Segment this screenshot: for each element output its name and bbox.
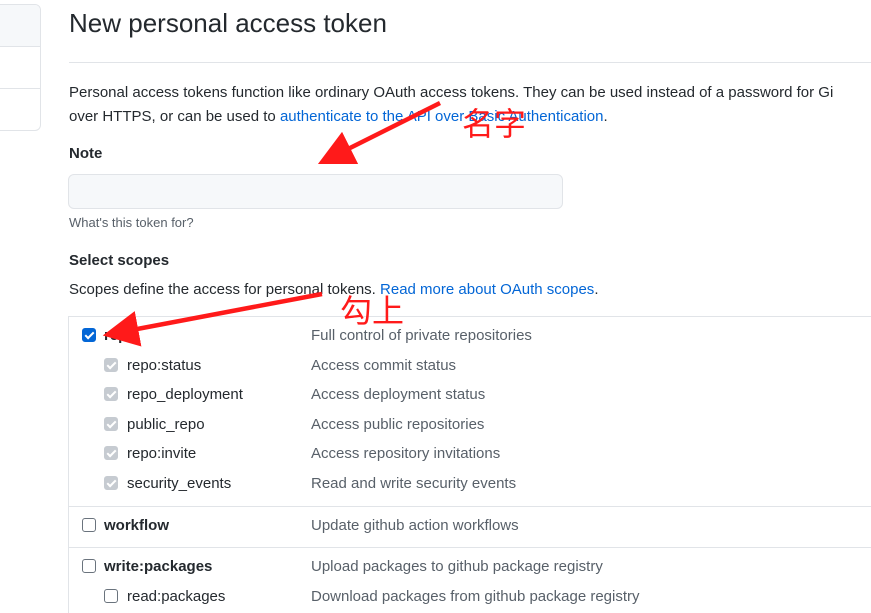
scope-description: Access commit status xyxy=(311,356,457,374)
annotation-name-label: 名字 xyxy=(462,105,527,143)
settings-menu-item[interactable] xyxy=(0,47,40,89)
title-divider xyxy=(69,62,871,63)
scope-checkbox[interactable] xyxy=(82,518,96,532)
scope-name[interactable]: security_events xyxy=(127,475,231,492)
scope-description: Upload packages to github package regist… xyxy=(311,558,603,575)
scope-name[interactable]: repo:invite xyxy=(127,445,196,462)
scope-group-repo: repo Full control of private repositories… xyxy=(69,317,871,506)
scopes-description-text: Scopes define the access for personal to… xyxy=(69,281,381,298)
scopes-list: repo Full control of private repositories… xyxy=(68,316,871,613)
scope-checkbox xyxy=(104,446,118,460)
scope-row: repo Full control of private repositories xyxy=(69,325,871,349)
scope-row: read:packages Download packages from gith… xyxy=(69,586,871,610)
scope-group-write-packages: write:packages Upload packages to github … xyxy=(69,547,871,613)
note-label: Note xyxy=(69,145,103,162)
scope-checkbox xyxy=(104,387,118,401)
scope-row: public_repo Access public repositories xyxy=(69,414,871,438)
note-hint: What's this token for? xyxy=(69,215,194,230)
oauth-scopes-link[interactable]: Read more about OAuth scopes xyxy=(380,281,594,298)
scope-description: Update github action workflows xyxy=(311,517,519,534)
scope-name[interactable]: repo xyxy=(104,327,137,344)
scope-group-workflow: workflow Update github action workflows xyxy=(69,506,871,547)
description-text: over HTTPS, or can be used to xyxy=(69,107,280,125)
scope-name[interactable]: repo_deployment xyxy=(127,386,243,403)
scope-description: Download packages from github package re… xyxy=(311,587,640,605)
settings-menu xyxy=(0,4,41,131)
scope-name[interactable]: write:packages xyxy=(104,558,212,575)
scope-row: repo:invite Access repository invitations xyxy=(69,443,871,467)
select-scopes-heading: Select scopes xyxy=(69,252,170,269)
scope-name[interactable]: workflow xyxy=(104,517,169,534)
scope-description: Access deployment status xyxy=(311,386,486,403)
settings-menu-item[interactable] xyxy=(0,5,40,47)
scope-description: Access public repositories xyxy=(311,415,485,433)
scope-checkbox[interactable] xyxy=(104,588,118,603)
scope-row: repo_deployment Access deployment status xyxy=(69,384,871,408)
scope-checkbox xyxy=(104,475,118,490)
page-title: New personal access token xyxy=(69,8,387,38)
scope-checkbox[interactable] xyxy=(82,328,96,342)
description-period: . xyxy=(603,107,608,125)
scope-name[interactable]: public_repo xyxy=(127,416,205,433)
settings-menu-item[interactable] xyxy=(0,89,40,130)
scope-row: security_events Read and write security e… xyxy=(69,473,871,497)
scopes-description-period: . xyxy=(594,281,599,298)
note-input[interactable] xyxy=(68,174,563,209)
scope-row: workflow Update github action workflows xyxy=(69,515,871,539)
annotation-check-label: 勾上 xyxy=(340,292,405,330)
scopes-description: Scopes define the access for personal to… xyxy=(69,281,598,298)
scope-checkbox[interactable] xyxy=(82,559,96,573)
scope-description: Read and write security events xyxy=(311,474,517,492)
scope-name[interactable]: repo:status xyxy=(127,357,201,374)
scope-name[interactable]: read:packages xyxy=(127,588,225,605)
scope-description: Access repository invitations xyxy=(311,445,501,462)
scope-row: repo:status Access commit status xyxy=(69,355,871,379)
basic-auth-link[interactable]: authenticate to the API over Basic Authe… xyxy=(280,108,604,125)
scope-checkbox xyxy=(104,357,118,372)
scope-checkbox xyxy=(104,416,118,431)
scope-row: write:packages Upload packages to github … xyxy=(69,556,871,580)
